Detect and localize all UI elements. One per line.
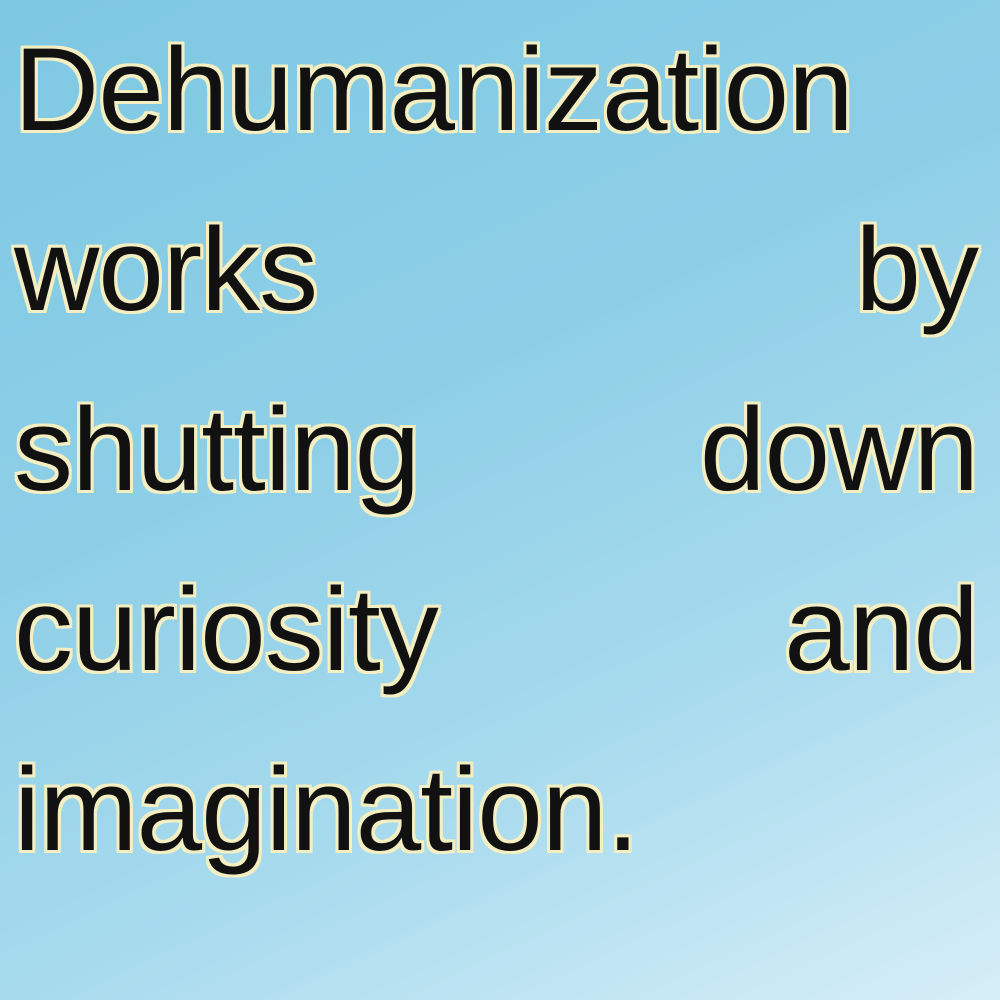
quote-line-3: shutting down [14,360,979,540]
quote-line-1: Dehumanization [14,0,978,180]
quote-word: imagination. [14,744,639,876]
quote-line-4: curiosity and [14,540,979,720]
quote-word: and [784,564,979,696]
quote-line-2: works by [14,180,979,360]
quote-word: down [699,384,979,516]
quote-word: works [14,204,318,336]
quote-word: by [855,204,979,336]
quote-word: shutting [14,384,420,516]
quote-line-5: imagination. [14,720,978,900]
quote-word: Dehumanization [14,24,854,156]
quote-word: curiosity [14,564,439,696]
quote-card: Dehumanization works by shutting down cu… [0,0,1000,1000]
quote-text: Dehumanization works by shutting down cu… [14,0,979,900]
